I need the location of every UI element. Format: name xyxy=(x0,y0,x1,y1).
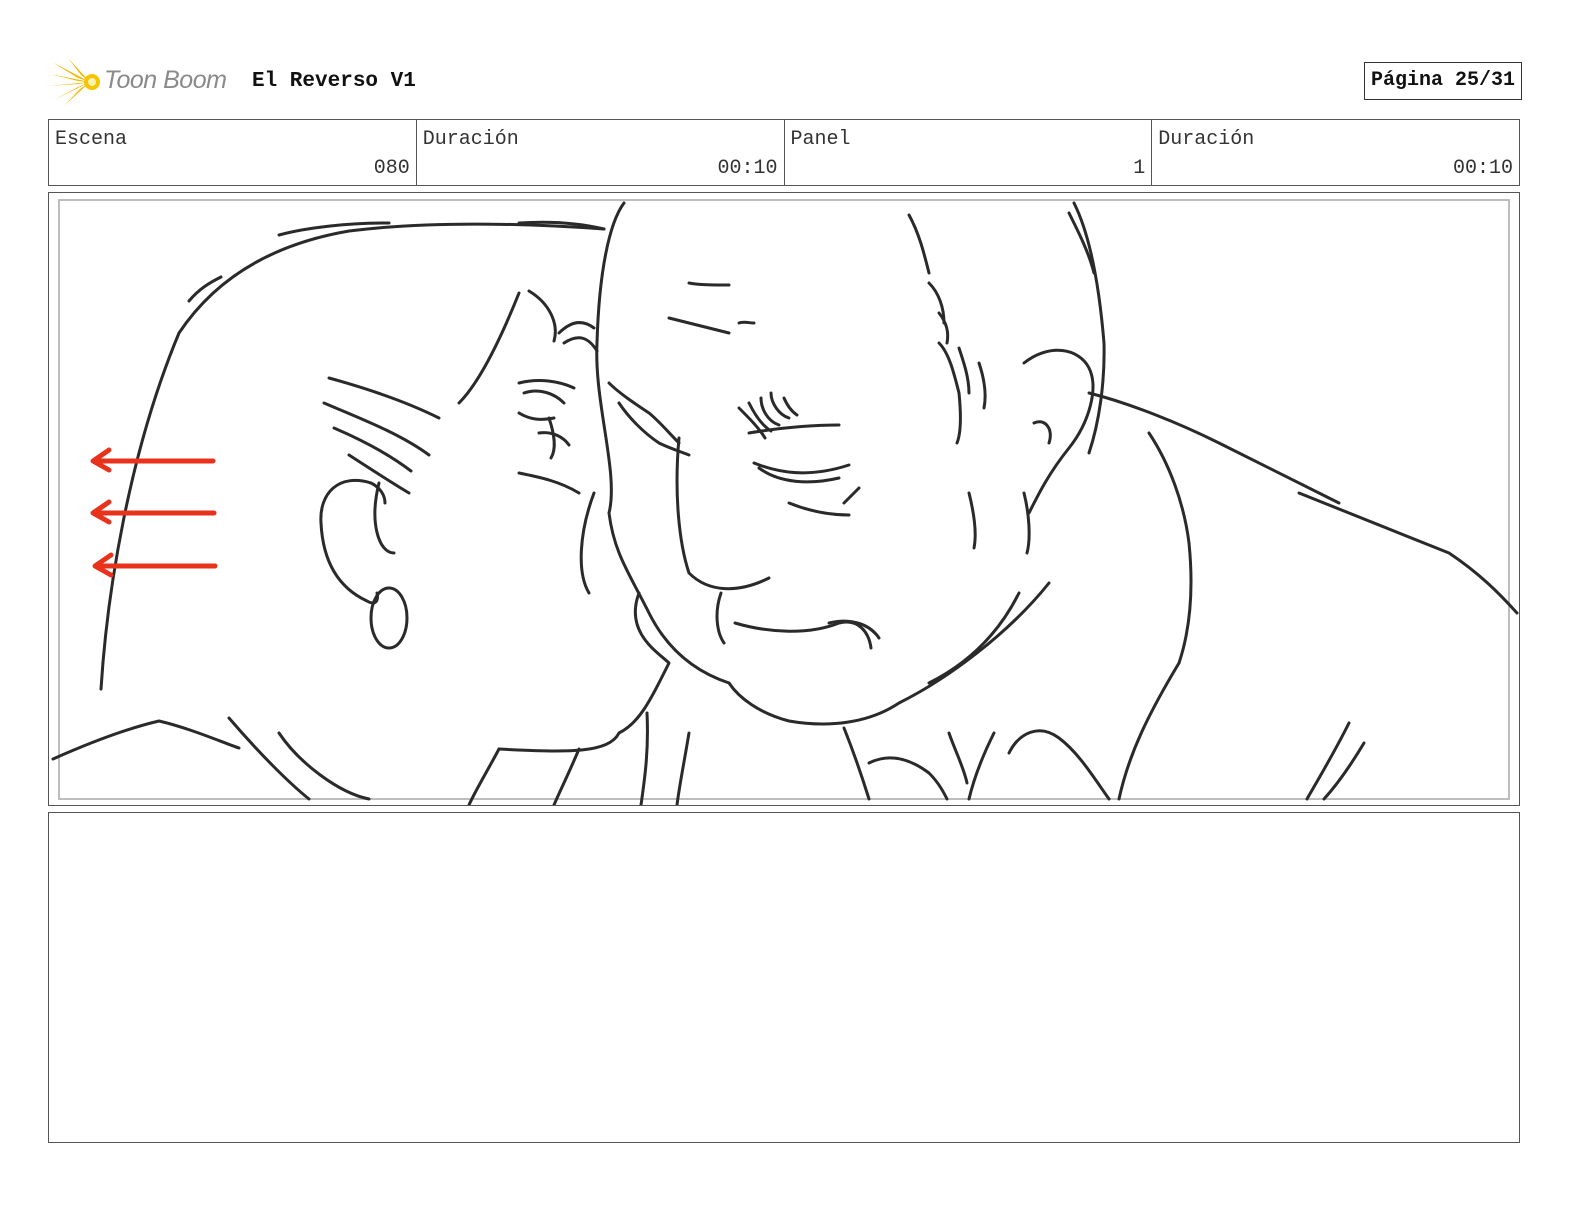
character-sketch xyxy=(51,201,1519,805)
page-header: Toon Boom El Reverso V1 Página 25/31 xyxy=(48,56,1522,108)
dialogue-notes-box[interactable] xyxy=(48,812,1520,1143)
panel-duration-label: Duración xyxy=(1158,128,1255,151)
panel-duration-value: 00:10 xyxy=(1452,157,1513,180)
panel-label: Panel xyxy=(790,128,851,151)
scene-label: Escena xyxy=(55,128,128,151)
motion-arrow-top xyxy=(90,447,216,473)
panel-value: 1 xyxy=(1133,157,1146,180)
scene-duration-value: 00:10 xyxy=(717,157,778,180)
burst-icon xyxy=(48,58,100,106)
storyboard-panel xyxy=(48,192,1520,806)
panel-duration-cell: Duración 00:10 xyxy=(1152,120,1519,185)
scene-cell: Escena 080 xyxy=(49,120,417,185)
panel-info-row: Escena 080 Duración 00:10 Panel 1 Duraci… xyxy=(48,119,1520,186)
scene-value: 080 xyxy=(373,157,410,180)
safe-area-frame xyxy=(58,199,1510,800)
motion-arrow-middle xyxy=(90,499,217,525)
project-title: El Reverso V1 xyxy=(252,70,416,93)
page-number: Página 25/31 xyxy=(1363,62,1522,100)
panel-cell: Panel 1 xyxy=(785,120,1153,185)
scene-duration-cell: Duración 00:10 xyxy=(417,120,785,185)
panel-sketch xyxy=(51,199,1519,805)
toon-boom-logo: Toon Boom xyxy=(48,56,238,108)
scene-duration-label: Duración xyxy=(422,128,519,151)
logo-wordmark: Toon Boom xyxy=(104,66,227,94)
